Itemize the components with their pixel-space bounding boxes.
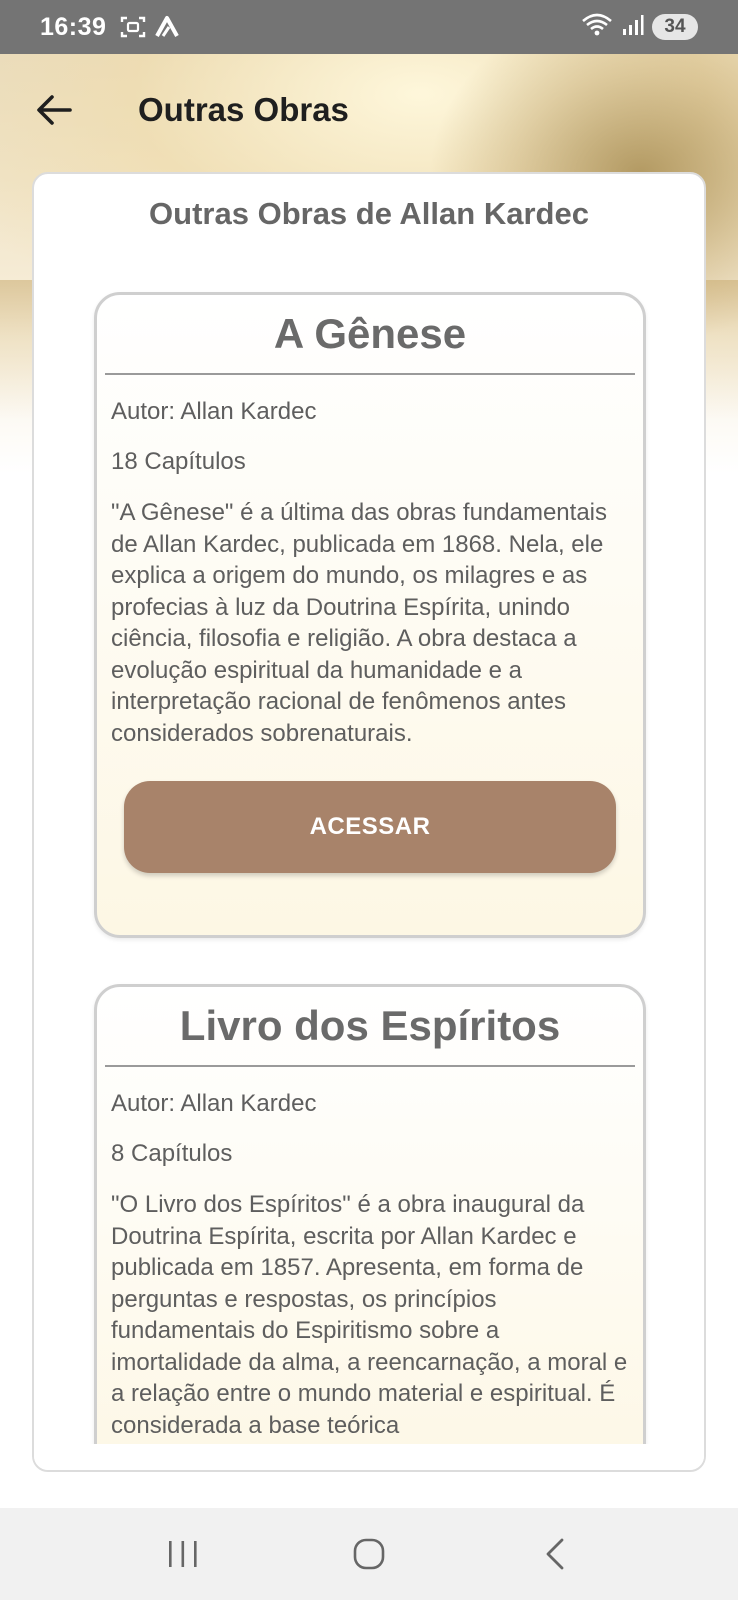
scroll-clip (34, 1444, 704, 1470)
screenshot-icon (120, 15, 146, 39)
main-card: Outras Obras de Allan Kardec A Gênese Au… (32, 172, 706, 1472)
book-description: "A Gênese" é a última das obras fundamen… (111, 499, 607, 747)
app-bar: Outras Obras (0, 54, 738, 166)
recents-button[interactable] (153, 1524, 213, 1584)
divider (105, 373, 635, 375)
book-chapters: 8 Capítulos (111, 1140, 233, 1167)
back-button[interactable] (24, 80, 84, 140)
book-title: Livro dos Espíritos (179, 1002, 561, 1049)
access-button[interactable]: ACESSAR (124, 781, 616, 873)
wifi-icon (580, 12, 614, 43)
book-author: Autor: Allan Kardec (111, 398, 317, 425)
divider (105, 1065, 635, 1067)
book-card: A Gênese Autor: Allan Kardec 18 Capítulo… (94, 292, 646, 938)
back-icon (546, 1538, 564, 1570)
app-logo-icon (154, 15, 180, 39)
status-bar: 16:39 34 (0, 0, 738, 54)
home-button[interactable] (339, 1524, 399, 1584)
book-author: Autor: Allan Kardec (111, 1090, 317, 1117)
status-time: 16:39 (40, 12, 107, 41)
home-icon (353, 1538, 385, 1570)
status-icons-right: 34 (580, 12, 698, 43)
status-icons-left (120, 15, 180, 39)
page-title: Outras Obras (138, 91, 349, 128)
book-chapters: 18 Capítulos (111, 448, 246, 475)
battery-indicator: 34 (652, 14, 698, 40)
recents-icon (169, 1541, 197, 1567)
section-title: Outras Obras de Allan Kardec (149, 196, 589, 231)
book-description: "O Livro dos Espíritos" é a obra inaugur… (111, 1191, 628, 1439)
signal-icon (622, 14, 644, 41)
nav-back-button[interactable] (525, 1524, 585, 1584)
arrow-left-icon (37, 95, 72, 125)
book-title: A Gênese (273, 310, 467, 357)
navigation-bar (0, 1508, 738, 1600)
book-card: Livro dos Espíritos Autor: Allan Kardec … (94, 984, 646, 1470)
